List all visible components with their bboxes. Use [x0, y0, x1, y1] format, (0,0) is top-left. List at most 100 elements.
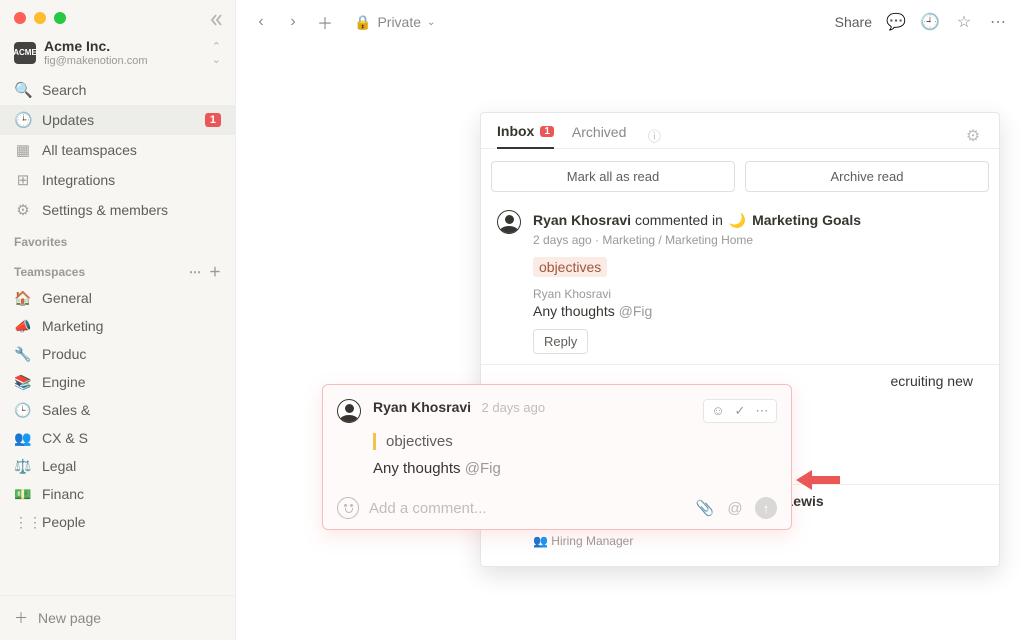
sidebar-teamspace-item[interactable]: 🔧Produc: [0, 340, 235, 368]
workspace-email: fig@makenotion.com: [44, 55, 204, 67]
more-icon[interactable]: ⋯: [189, 265, 201, 279]
teamspace-icon: ⋮⋮: [14, 514, 32, 531]
reply-button[interactable]: Reply: [533, 329, 588, 354]
teamspace-label: CX & S: [42, 430, 88, 446]
annotation-arrow: [796, 468, 840, 492]
sidebar-teamspace-item[interactable]: 👥CX & S: [0, 424, 235, 452]
resolve-icon[interactable]: ✓: [731, 403, 749, 419]
inbox-badge: 1: [540, 126, 554, 137]
teamspace-label: People: [42, 514, 86, 530]
notification-subline: 👥 Hiring Manager: [533, 534, 983, 548]
teamspaces-heading[interactable]: Teamspaces ⋯ ＋: [0, 253, 235, 284]
avatar: [337, 399, 361, 423]
maximize-window[interactable]: [54, 12, 66, 24]
sidebar-updates[interactable]: 🕒 Updates 1: [0, 105, 235, 135]
teamspace-icon: 💵: [14, 486, 32, 503]
help-icon[interactable]: ⓘ: [644, 126, 664, 145]
favorite-icon[interactable]: ☆: [954, 12, 974, 32]
sidebar-label: Integrations: [42, 172, 221, 188]
mark-all-read-button[interactable]: Mark all as read: [491, 161, 735, 192]
tab-inbox[interactable]: Inbox 1: [497, 123, 554, 149]
teamspace-label: Financ: [42, 486, 84, 502]
search-icon: 🔍: [14, 81, 32, 99]
notification-title: Ryan Khosravi commented in 🌙 Marketing G…: [533, 210, 983, 231]
sidebar-label: Search: [42, 82, 221, 98]
sidebar-teamspace-item[interactable]: 🏠 General: [0, 284, 235, 312]
tab-archived[interactable]: Archived: [572, 124, 626, 148]
comments-icon[interactable]: 💬: [886, 12, 906, 32]
plus-icon[interactable]: ＋: [209, 263, 221, 280]
page-icon: 🌙: [729, 212, 746, 228]
expand-icon: ⌃⌄: [212, 40, 221, 66]
sidebar-teamspace-item[interactable]: ⚖️ Legal: [0, 452, 235, 480]
gear-icon[interactable]: ⚙: [963, 126, 983, 146]
new-page-button[interactable]: ＋ New page: [0, 595, 235, 640]
gear-icon: ⚙: [14, 201, 32, 219]
more-icon[interactable]: ⋯: [988, 12, 1008, 32]
main-area: ‹ › ＋ 🔒 Private ⌄ Share 💬 🕘 ☆ ⋯ Inbox 1 …: [236, 0, 1024, 640]
mention-icon[interactable]: @: [725, 500, 745, 517]
popup-comment: Any thoughts @Fig: [373, 460, 777, 477]
favorites-heading[interactable]: Favorites: [0, 225, 235, 253]
teamspace-icon: ⚖️: [14, 458, 32, 475]
teamspace-label: Marketing: [42, 318, 103, 334]
teamspace-label: Sales &: [42, 402, 90, 418]
breadcrumb-label: Private: [377, 14, 421, 30]
avatar: [497, 210, 521, 234]
topbar: ‹ › ＋ 🔒 Private ⌄ Share 💬 🕘 ☆ ⋯: [236, 0, 1024, 44]
sidebar-teamspace-item[interactable]: 💵 Financ: [0, 480, 235, 508]
updates-badge: 1: [205, 113, 221, 127]
avatar: [337, 497, 359, 519]
workspace-name: Acme Inc.: [44, 38, 204, 54]
teamspace-icon: 📣: [14, 318, 32, 335]
teamspace-label: Legal: [42, 458, 76, 474]
sidebar-search[interactable]: 🔍 Search: [0, 75, 235, 105]
plus-icon: ＋: [14, 608, 28, 628]
sidebar-teamspace-item[interactable]: 🕒Sales &: [0, 396, 235, 424]
popup-author: Ryan Khosravi: [373, 399, 471, 415]
integrations-icon: ⊞: [14, 171, 32, 189]
window-controls: [0, 0, 235, 24]
back-button[interactable]: ‹: [252, 13, 270, 31]
emoji-icon[interactable]: ☺: [709, 403, 727, 419]
collapse-sidebar-icon[interactable]: [209, 12, 225, 28]
popup-quote: objectives: [373, 433, 777, 450]
teamspace-label: Engine: [42, 374, 86, 390]
history-icon[interactable]: 🕘: [920, 12, 940, 32]
mention: @Fig: [465, 460, 501, 477]
teamspace-label: General: [42, 290, 92, 306]
minimize-window[interactable]: [34, 12, 46, 24]
attach-icon[interactable]: 📎: [695, 499, 715, 517]
clock-icon: 🕒: [14, 111, 32, 129]
workspace-switcher[interactable]: ACME Acme Inc. fig@makenotion.com ⌃⌄: [0, 24, 235, 75]
sidebar-settings[interactable]: ⚙ Settings & members: [0, 195, 235, 225]
comment-input-row: Add a comment... 📎 @ ↑: [337, 493, 777, 519]
teamspace-icon: 🏠: [14, 290, 32, 307]
workspace-logo: ACME: [14, 42, 36, 64]
archive-read-button[interactable]: Archive read: [745, 161, 989, 192]
sidebar-teamspace-item[interactable]: 📚Engine: [0, 368, 235, 396]
comment-text: Any thoughts @Fig: [533, 303, 983, 319]
mention: @Fig: [619, 303, 653, 319]
comment-popup: Ryan Khosravi 2 days ago ☺ ✓ ⋯ objective…: [322, 384, 792, 530]
close-window[interactable]: [14, 12, 26, 24]
sidebar-teamspace-item[interactable]: 📣 Marketing: [0, 312, 235, 340]
share-button[interactable]: Share: [835, 14, 872, 30]
notification-item[interactable]: Ryan Khosravi commented in 🌙 Marketing G…: [481, 204, 999, 364]
breadcrumb[interactable]: 🔒 Private ⌄: [354, 14, 435, 31]
new-page-label: New page: [38, 610, 101, 626]
send-button[interactable]: ↑: [755, 497, 777, 519]
sidebar-teamspace-item[interactable]: ⋮⋮ People: [0, 508, 235, 536]
forward-button[interactable]: ›: [284, 13, 302, 31]
notification-meta: 2 days ago · Marketing / Marketing Home: [533, 233, 983, 247]
sidebar-teamspaces[interactable]: ▦ All teamspaces: [0, 135, 235, 165]
sidebar-label: Settings & members: [42, 202, 221, 218]
sidebar: ACME Acme Inc. fig@makenotion.com ⌃⌄ 🔍 S…: [0, 0, 236, 640]
popup-time: 2 days ago: [482, 400, 546, 415]
more-icon[interactable]: ⋯: [753, 403, 771, 419]
lock-icon: 🔒: [354, 14, 371, 31]
comment-input[interactable]: Add a comment...: [369, 500, 685, 517]
teamspaces-icon: ▦: [14, 141, 32, 159]
sidebar-integrations[interactable]: ⊞ Integrations: [0, 165, 235, 195]
new-tab-button[interactable]: ＋: [316, 10, 334, 34]
